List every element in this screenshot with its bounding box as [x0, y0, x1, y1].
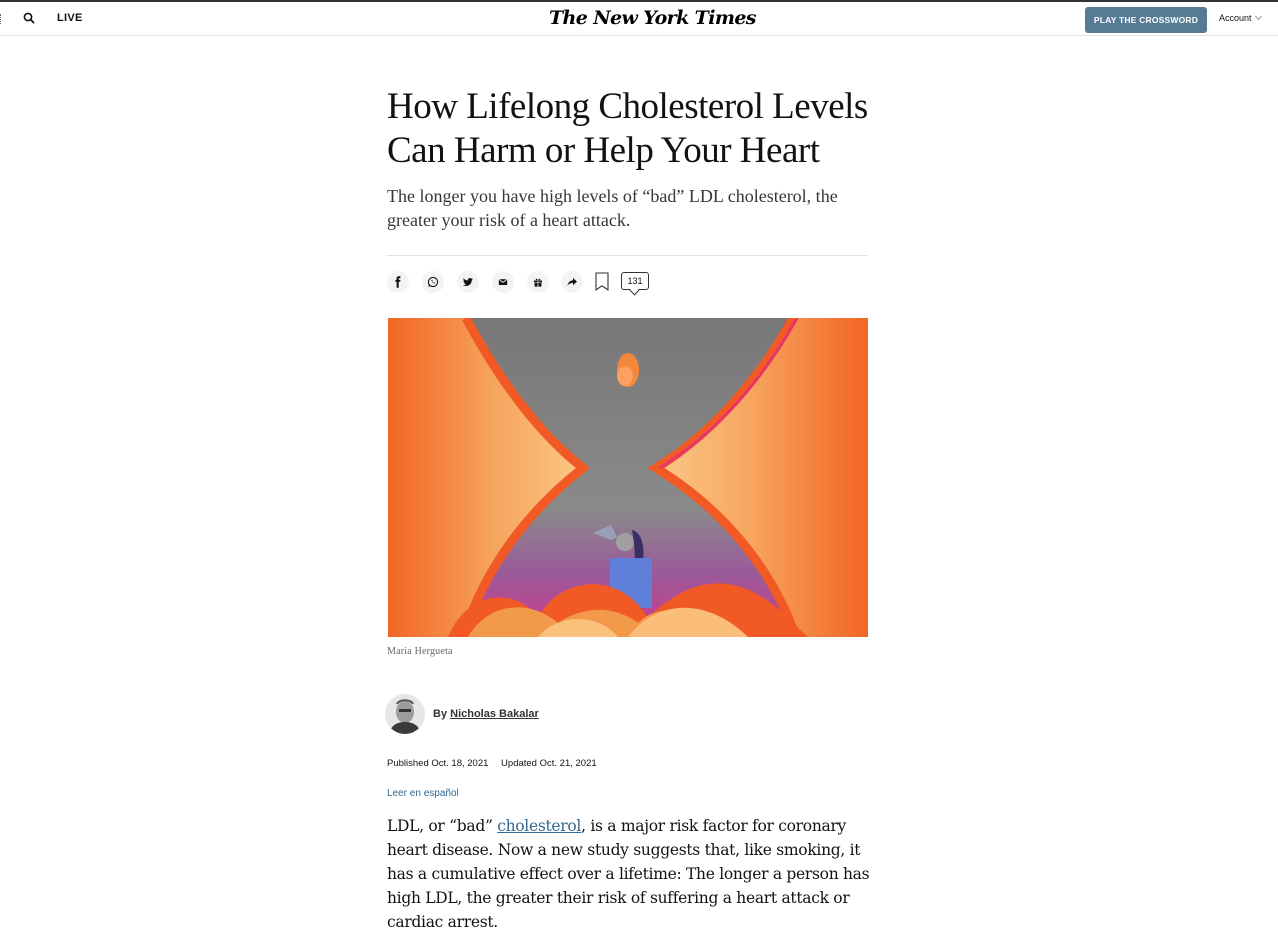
- author-link[interactable]: Nicholas Bakalar: [450, 708, 539, 720]
- bookmark-icon[interactable]: [595, 272, 609, 292]
- byline-text: By Nicholas Bakalar: [433, 708, 539, 720]
- article-hero-illustration: [388, 318, 868, 637]
- published-date: Published Oct. 18, 2021: [387, 758, 489, 769]
- headline-line-1: How Lifelong Cholesterol Levels: [387, 86, 868, 127]
- nyt-logo[interactable]: The New York Times: [549, 7, 757, 29]
- comment-count: 131: [627, 276, 643, 286]
- body-text-start: LDL, or “bad”: [387, 817, 498, 835]
- live-link[interactable]: LIVE: [57, 12, 83, 24]
- comments-button[interactable]: 131: [621, 272, 649, 290]
- spanish-translation-link[interactable]: Leer en español: [387, 788, 459, 799]
- headline-line-2: Can Harm or Help Your Heart: [387, 130, 820, 171]
- cholesterol-link[interactable]: cholesterol: [497, 817, 581, 835]
- twitter-icon[interactable]: [457, 271, 479, 293]
- divider: [387, 255, 868, 256]
- search-icon[interactable]: [20, 9, 38, 27]
- article-body-paragraph: LDL, or “bad” cholesterol, is a major ri…: [387, 814, 871, 934]
- facebook-icon[interactable]: [387, 271, 409, 293]
- byline: By Nicholas Bakalar: [385, 693, 539, 735]
- gift-icon[interactable]: [527, 271, 549, 293]
- updated-date: Updated Oct. 21, 2021: [501, 758, 597, 769]
- account-label: Account: [1219, 13, 1252, 23]
- play-crossword-button[interactable]: PLAY THE CROSSWORD: [1085, 7, 1207, 33]
- image-credit: Maria Hergueta: [387, 646, 453, 657]
- chevron-down-icon: [1254, 12, 1262, 21]
- top-navigation-bar: LIVE The New York Times PLAY THE CROSSWO…: [0, 0, 1278, 36]
- account-menu[interactable]: Account: [1219, 12, 1262, 23]
- whatsapp-icon[interactable]: [422, 271, 444, 293]
- article-summary: The longer you have high levels of “bad”…: [387, 186, 838, 230]
- article-headline: How Lifelong Cholesterol Levels Can Harm…: [387, 85, 877, 173]
- author-avatar[interactable]: [385, 694, 425, 734]
- share-arrow-icon[interactable]: [561, 271, 583, 293]
- email-icon[interactable]: [492, 271, 514, 293]
- byline-prefix: By: [433, 708, 448, 720]
- sections-menu-icon[interactable]: [0, 14, 3, 24]
- article-dates: Published Oct. 18, 2021 Updated Oct. 21,…: [387, 758, 607, 769]
